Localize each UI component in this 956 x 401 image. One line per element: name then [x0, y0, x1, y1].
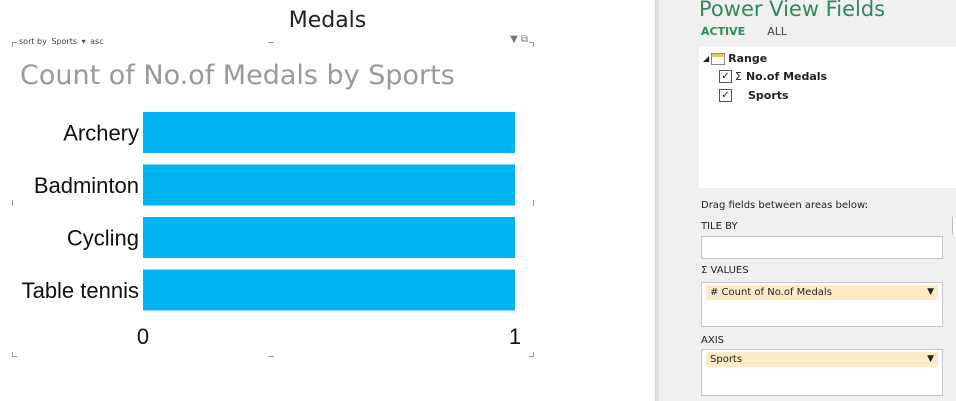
bar-cycling[interactable]: [143, 217, 515, 258]
tile-by-drop-area[interactable]: [701, 236, 943, 259]
axis-field-pill[interactable]: Sports ▼: [706, 352, 938, 367]
axis-label: AXIS: [701, 335, 724, 346]
values-field-name: # Count of No.of Medals: [710, 287, 832, 298]
category-label: Archery: [63, 121, 139, 146]
power-view-fields-pane: Power View Fields ACTIVE ALL ◢ Range ✓ Σ…: [659, 0, 956, 401]
field-tabs: ACTIVE ALL: [701, 25, 787, 38]
category-label: Cycling: [67, 226, 139, 251]
field-list: ◢ Range ✓ Σ No.of Medals ✓ Sports: [699, 47, 956, 188]
field-item-no-of-medals[interactable]: ✓ Σ No.of Medals: [719, 70, 827, 83]
sigma-icon: Σ: [735, 70, 742, 83]
axis-field-name: Sports: [710, 354, 743, 365]
tile-by-label: TILE BY: [701, 221, 738, 232]
values-field-pill[interactable]: # Count of No.of Medals ▼: [706, 285, 938, 300]
pane-scrollbar[interactable]: [952, 217, 956, 235]
pane-title: Power View Fields: [699, 0, 886, 21]
x-tick-label: 0: [137, 324, 149, 349]
tab-active[interactable]: ACTIVE: [701, 25, 745, 38]
bar-chart: Archery Badminton Cycling Table tennis 0 1: [22, 112, 521, 349]
report-canvas: Medals sort by Sports ▾ asc ▼ ⧉ Count of…: [0, 0, 655, 401]
x-tick-label: 1: [509, 324, 521, 349]
values-drop-area[interactable]: # Count of No.of Medals ▼: [701, 282, 943, 327]
field-name: Sports: [748, 89, 789, 102]
values-label: Σ VALUES: [701, 265, 749, 276]
field-name: No.of Medals: [745, 70, 828, 83]
tab-all[interactable]: ALL: [767, 25, 787, 38]
category-label: Badminton: [34, 173, 139, 198]
field-item-sports[interactable]: ✓ Sports: [719, 89, 789, 102]
dropdown-arrow-icon[interactable]: ▼: [927, 285, 934, 300]
category-label: Table tennis: [22, 278, 139, 303]
table-node-range[interactable]: ◢ Range: [703, 52, 767, 65]
areas-instructions: Drag fields between areas below:: [701, 200, 868, 211]
bar-badminton[interactable]: [143, 164, 515, 206]
dropdown-arrow-icon[interactable]: ▼: [927, 352, 934, 367]
table-name: Range: [728, 52, 768, 65]
checkbox-no-of-medals[interactable]: ✓: [719, 70, 732, 83]
table-icon: [711, 52, 726, 65]
bar-archery[interactable]: [143, 112, 515, 153]
axis-drop-area[interactable]: Sports ▼: [701, 349, 943, 396]
checkbox-sports[interactable]: ✓: [719, 89, 732, 102]
collapse-triangle-icon[interactable]: ◢: [703, 54, 709, 63]
bar-table-tennis[interactable]: [143, 269, 515, 311]
